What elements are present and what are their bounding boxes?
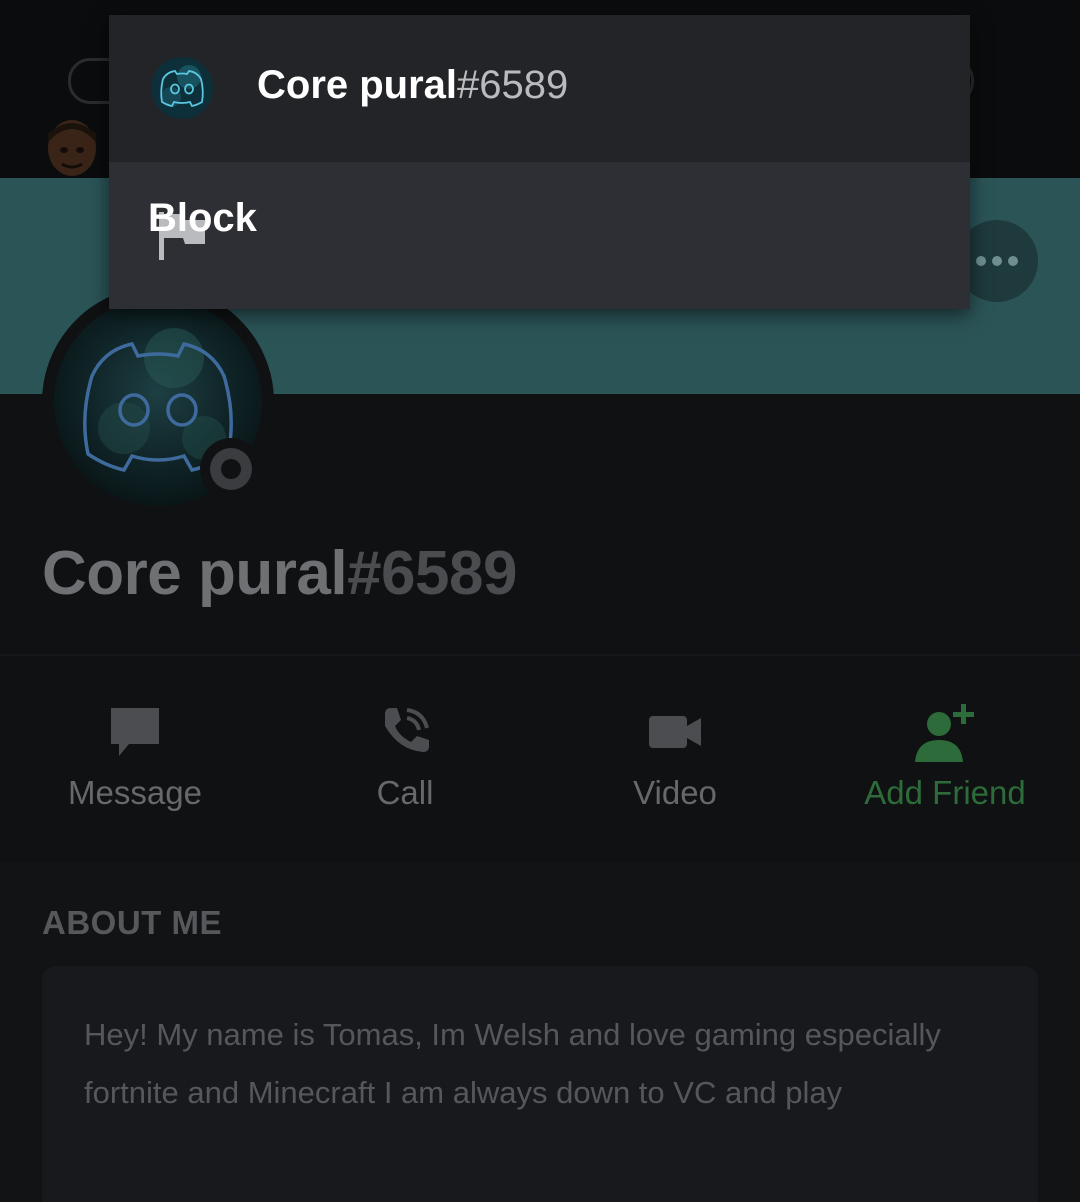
- video-camera-icon: [649, 716, 701, 748]
- phone-call-icon: [385, 708, 429, 752]
- video-label: Video: [633, 774, 717, 811]
- call-button[interactable]: Call: [270, 690, 540, 830]
- menu-header: Core pural#6589: [109, 15, 970, 161]
- menu-user-name: Core pural#6589: [257, 63, 568, 108]
- menu-user-avatar: [151, 57, 213, 119]
- dot-icon: [1008, 256, 1018, 266]
- call-label: Call: [376, 774, 434, 811]
- message-icon: [111, 708, 159, 756]
- menu-tag-text: #6589: [457, 63, 569, 107]
- about-me-text: Hey! My name is Tomas, Im Welsh and love…: [84, 1017, 941, 1110]
- message-label: Message: [68, 774, 202, 811]
- small-user-avatar: [46, 118, 98, 178]
- profile-actions: Message Call Video Add Friend: [0, 690, 1080, 830]
- offline-status-icon: [200, 438, 262, 500]
- about-me-title: ABOUT ME: [42, 904, 222, 941]
- dot-icon: [992, 256, 1002, 266]
- profile-name: Core pural: [42, 539, 348, 608]
- message-button[interactable]: Message: [0, 690, 270, 830]
- add-friend-icon: [915, 704, 974, 762]
- profile-username: Core pural#6589: [42, 538, 517, 609]
- video-button[interactable]: Video: [540, 690, 810, 830]
- profile-tag: #6589: [347, 539, 517, 608]
- dot-icon: [976, 256, 986, 266]
- add-friend-label: Add Friend: [864, 774, 1026, 811]
- block-menu-label[interactable]: Block: [148, 196, 257, 241]
- divider: [0, 654, 1080, 656]
- menu-name-text: Core pural: [257, 63, 458, 107]
- add-friend-button[interactable]: Add Friend: [810, 690, 1080, 830]
- user-context-menu: Core pural#6589: [109, 15, 970, 309]
